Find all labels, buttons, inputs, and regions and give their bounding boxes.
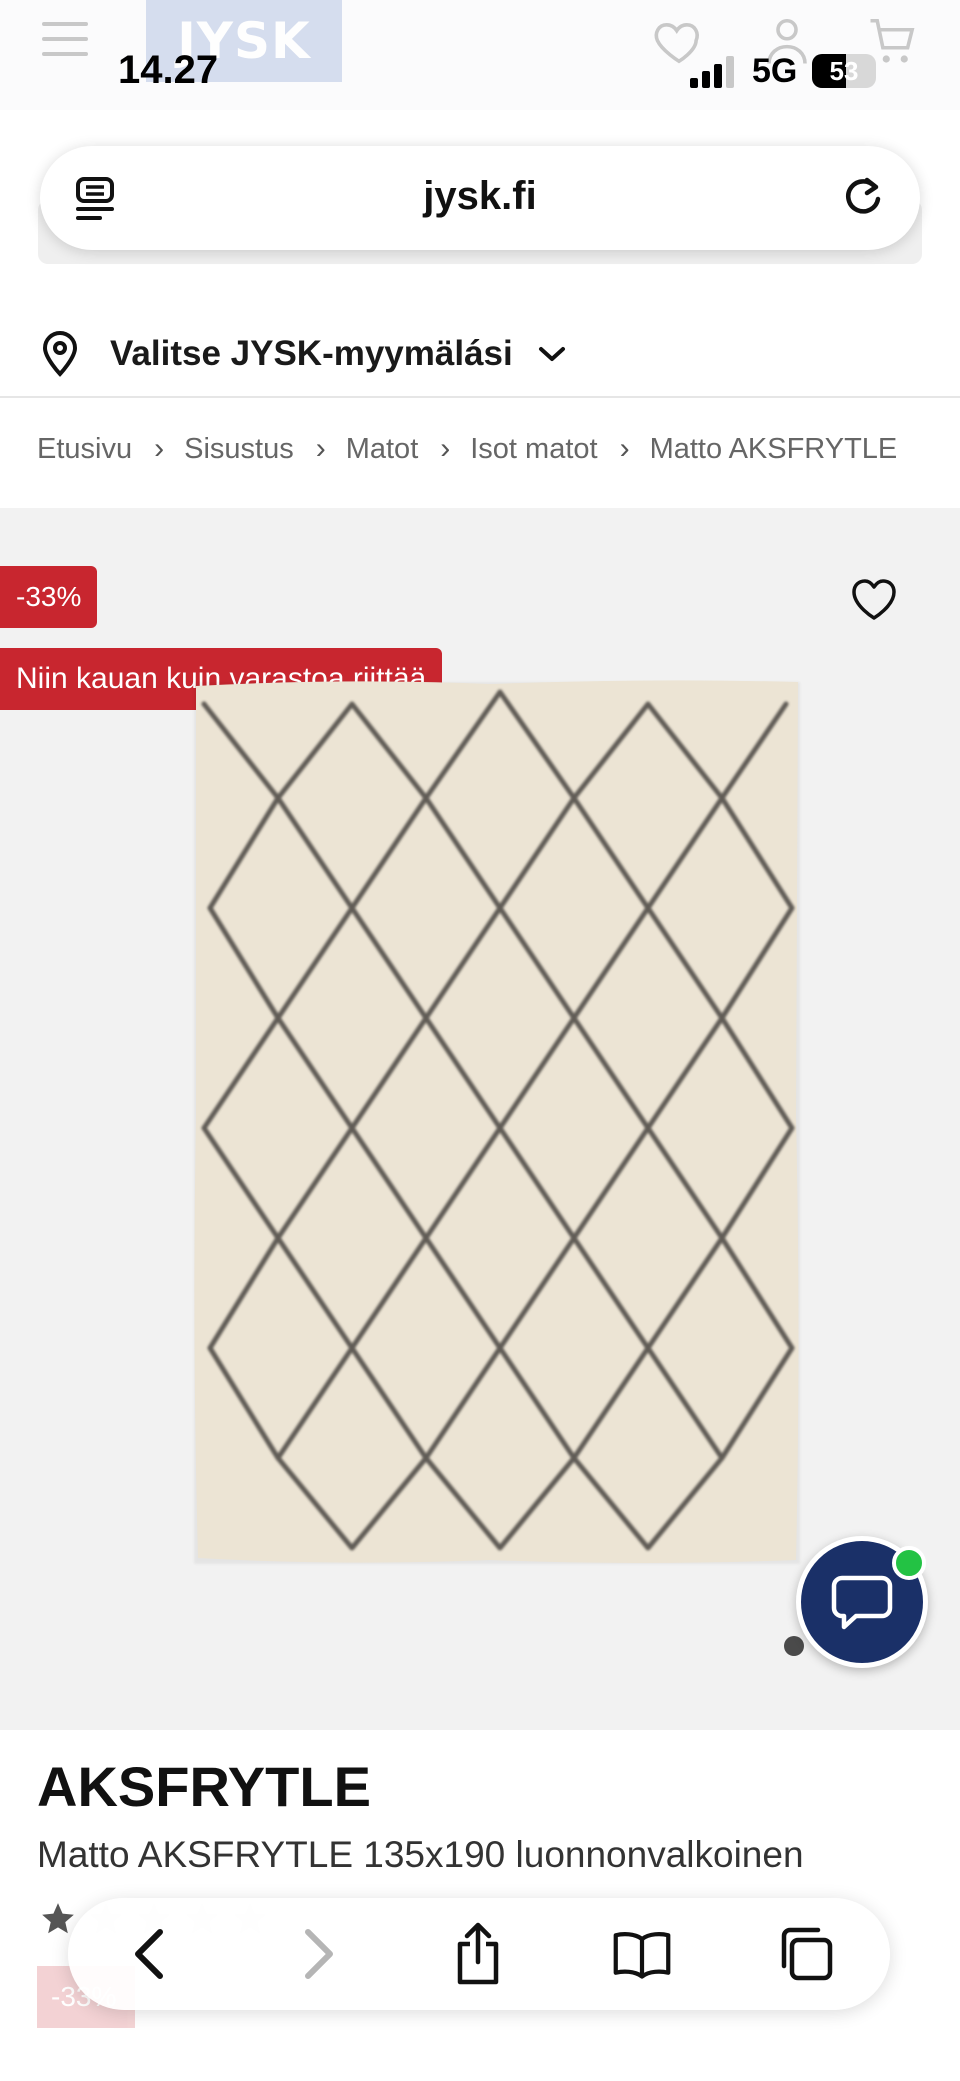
network-type: 5G [752, 52, 798, 90]
cellular-signal-icon [690, 56, 734, 88]
share-button[interactable] [448, 1922, 508, 1985]
product-description: Matto AKSFRYTLE 135x190 luonnonvalkoinen [37, 1834, 804, 1875]
map-pin-icon [42, 331, 78, 377]
product-name: AKSFRYTLE [37, 1755, 371, 1818]
chat-online-indicator [892, 1546, 926, 1580]
chevron-down-icon [538, 347, 565, 361]
battery-indicator: 53 [812, 54, 876, 88]
price-faded [40, 2050, 120, 2081]
reload-icon[interactable] [838, 172, 888, 222]
chevron-left-icon [135, 1929, 163, 1979]
bookmarks-button[interactable] [612, 1924, 672, 1984]
hamburger-icon[interactable] [42, 22, 88, 58]
heart-icon[interactable] [850, 578, 898, 622]
forward-button[interactable] [288, 1924, 348, 1984]
chat-bubble-icon [831, 1575, 893, 1630]
breadcrumb-item-isot-matot[interactable]: Isot matot [470, 433, 597, 466]
breadcrumb-current: Matto AKSFRYTLE [649, 432, 898, 465]
store-selector[interactable]: Valitse JYSK-myymälási [0, 312, 960, 398]
breadcrumb-separator: › [154, 432, 165, 465]
product-image-rug[interactable] [190, 676, 804, 1568]
chevron-right-icon [305, 1929, 333, 1979]
breadcrumb-item-matot[interactable]: Matot [346, 433, 419, 466]
address-url[interactable]: jysk.fi [40, 174, 920, 219]
carousel-dot-active[interactable] [784, 1636, 804, 1656]
address-bar[interactable]: jysk.fi [40, 146, 920, 250]
breadcrumb-separator: › [619, 432, 630, 465]
breadcrumb: Etusivu › Sisustus › Matot › Isot matot … [37, 432, 897, 466]
breadcrumb-separator: › [315, 432, 326, 465]
breadcrumb-item-etusivu[interactable]: Etusivu [37, 433, 132, 466]
share-icon [457, 1922, 499, 1985]
store-selector-label: Valitse JYSK-myymälási [110, 334, 513, 373]
status-time: 14.27 [118, 48, 219, 92]
back-button[interactable] [120, 1924, 180, 1984]
product-gallery[interactable]: -33% Niin kauan kuin varastoa riittää [0, 508, 960, 1730]
breadcrumb-separator: › [440, 432, 451, 465]
browser-toolbar [68, 1898, 890, 2010]
tabs-button[interactable] [776, 1924, 836, 1984]
tabs-icon [781, 1927, 833, 1981]
breadcrumb-item-sisustus[interactable]: Sisustus [184, 433, 294, 466]
battery-percent: 53 [829, 56, 859, 86]
discount-badge: -33% [0, 566, 98, 628]
book-icon [613, 1932, 671, 1979]
